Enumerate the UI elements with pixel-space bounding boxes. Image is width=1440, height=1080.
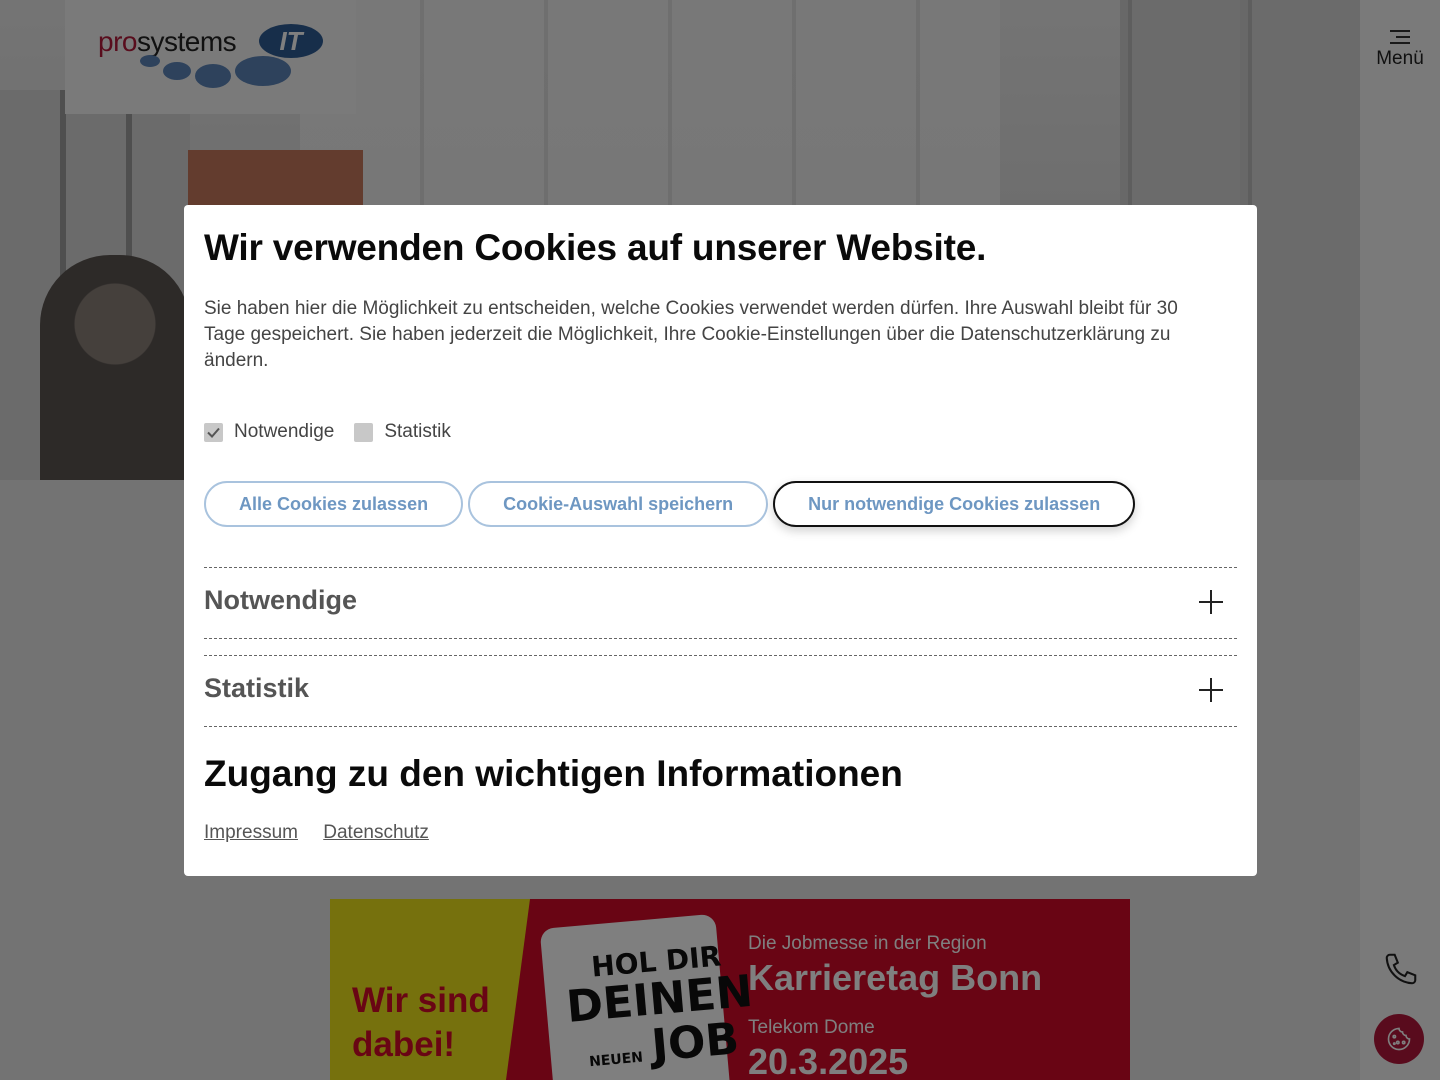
cookie-dialog: Wir verwenden Cookies auf unserer Websit… <box>184 205 1257 876</box>
save-cookie-selection-button[interactable]: Cookie-Auswahl speichern <box>468 481 769 527</box>
plus-icon[interactable] <box>1199 678 1223 702</box>
cookie-dialog-title: Wir verwenden Cookies auf unserer Websit… <box>204 227 987 268</box>
checkbox-notwendige[interactable] <box>204 422 223 442</box>
info-links: Impressum Datenschutz <box>204 822 449 844</box>
plus-icon[interactable] <box>1199 590 1223 614</box>
privacy-link[interactable]: Datenschutz <box>323 822 429 843</box>
cookie-dialog-description: Sie haben hier die Möglichkeit zu entsch… <box>204 298 1178 371</box>
accordion-statistik[interactable]: Statistik <box>204 655 1237 727</box>
checkbox-label-notwendige: Notwendige <box>234 421 335 442</box>
accept-necessary-only-button[interactable]: Nur notwendige Cookies zulassen <box>773 481 1136 527</box>
accordion-label: Statistik <box>204 673 310 703</box>
imprint-link[interactable]: Impressum <box>204 822 298 843</box>
cookie-button-row: Alle Cookies zulassen Cookie-Auswahl spe… <box>204 481 1140 527</box>
checkmark-icon <box>207 427 220 438</box>
checkbox-label-statistik: Statistik <box>384 421 451 442</box>
checkbox-statistik[interactable] <box>354 422 374 442</box>
accordion-label: Notwendige <box>204 585 357 615</box>
accept-all-cookies-button[interactable]: Alle Cookies zulassen <box>204 481 464 527</box>
accordion-notwendige[interactable]: Notwendige <box>204 567 1237 639</box>
cookie-category-checkboxes: Notwendige Statistik <box>204 421 471 443</box>
info-links-heading: Zugang zu den wichtigen Informationen <box>204 753 903 794</box>
